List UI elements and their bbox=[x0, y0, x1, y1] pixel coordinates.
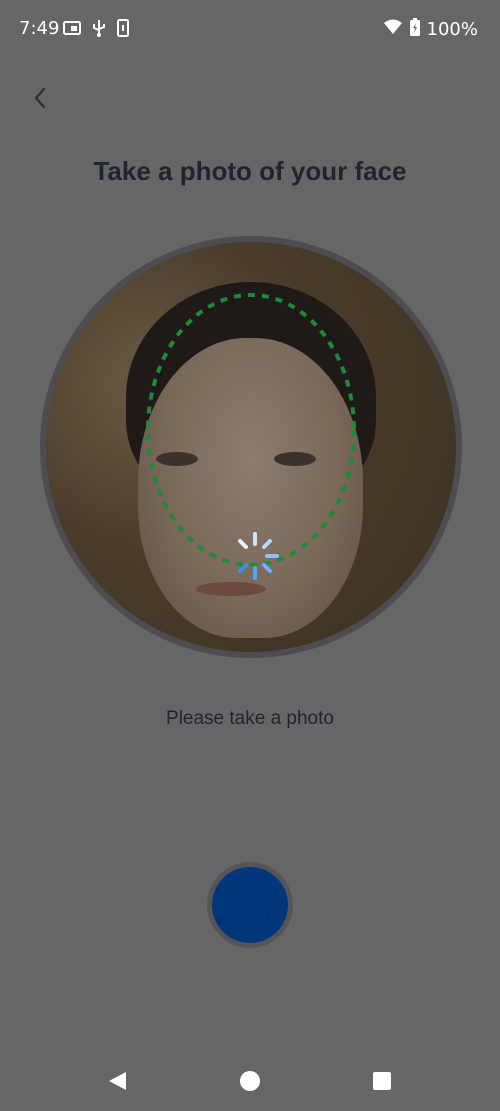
phone-storage-icon bbox=[116, 19, 130, 42]
status-bar: 7:49 100% bbox=[0, 0, 500, 56]
loading-spinner-icon bbox=[238, 532, 279, 580]
back-triangle-icon bbox=[106, 1070, 128, 1097]
nav-back-button[interactable] bbox=[104, 1070, 130, 1096]
status-time: 7:49 bbox=[19, 18, 60, 39]
nav-home-button[interactable] bbox=[237, 1070, 263, 1096]
camera-preview bbox=[40, 236, 462, 658]
battery-charging-icon bbox=[409, 18, 421, 41]
capture-button-inner bbox=[212, 867, 288, 943]
usb-icon bbox=[92, 19, 106, 42]
wifi-icon bbox=[383, 19, 403, 40]
nav-recents-button[interactable] bbox=[369, 1070, 395, 1096]
back-button[interactable] bbox=[26, 86, 54, 114]
instruction-text: Please take a photo bbox=[166, 708, 334, 729]
chevron-left-icon bbox=[32, 86, 48, 115]
face-guide-ellipse bbox=[146, 293, 356, 567]
recents-square-icon bbox=[371, 1070, 393, 1097]
camera-feed bbox=[46, 242, 456, 652]
cast-icon bbox=[62, 19, 82, 42]
home-circle-icon bbox=[239, 1070, 261, 1097]
system-nav-bar bbox=[0, 1055, 500, 1111]
battery-percent: 100% bbox=[426, 19, 478, 40]
status-icons-right: 100% bbox=[383, 18, 478, 41]
page-title: Take a photo of your face bbox=[93, 156, 407, 186]
capture-button[interactable] bbox=[207, 862, 293, 948]
face-guide-overlay bbox=[146, 293, 356, 580]
status-icons-left bbox=[62, 19, 130, 42]
